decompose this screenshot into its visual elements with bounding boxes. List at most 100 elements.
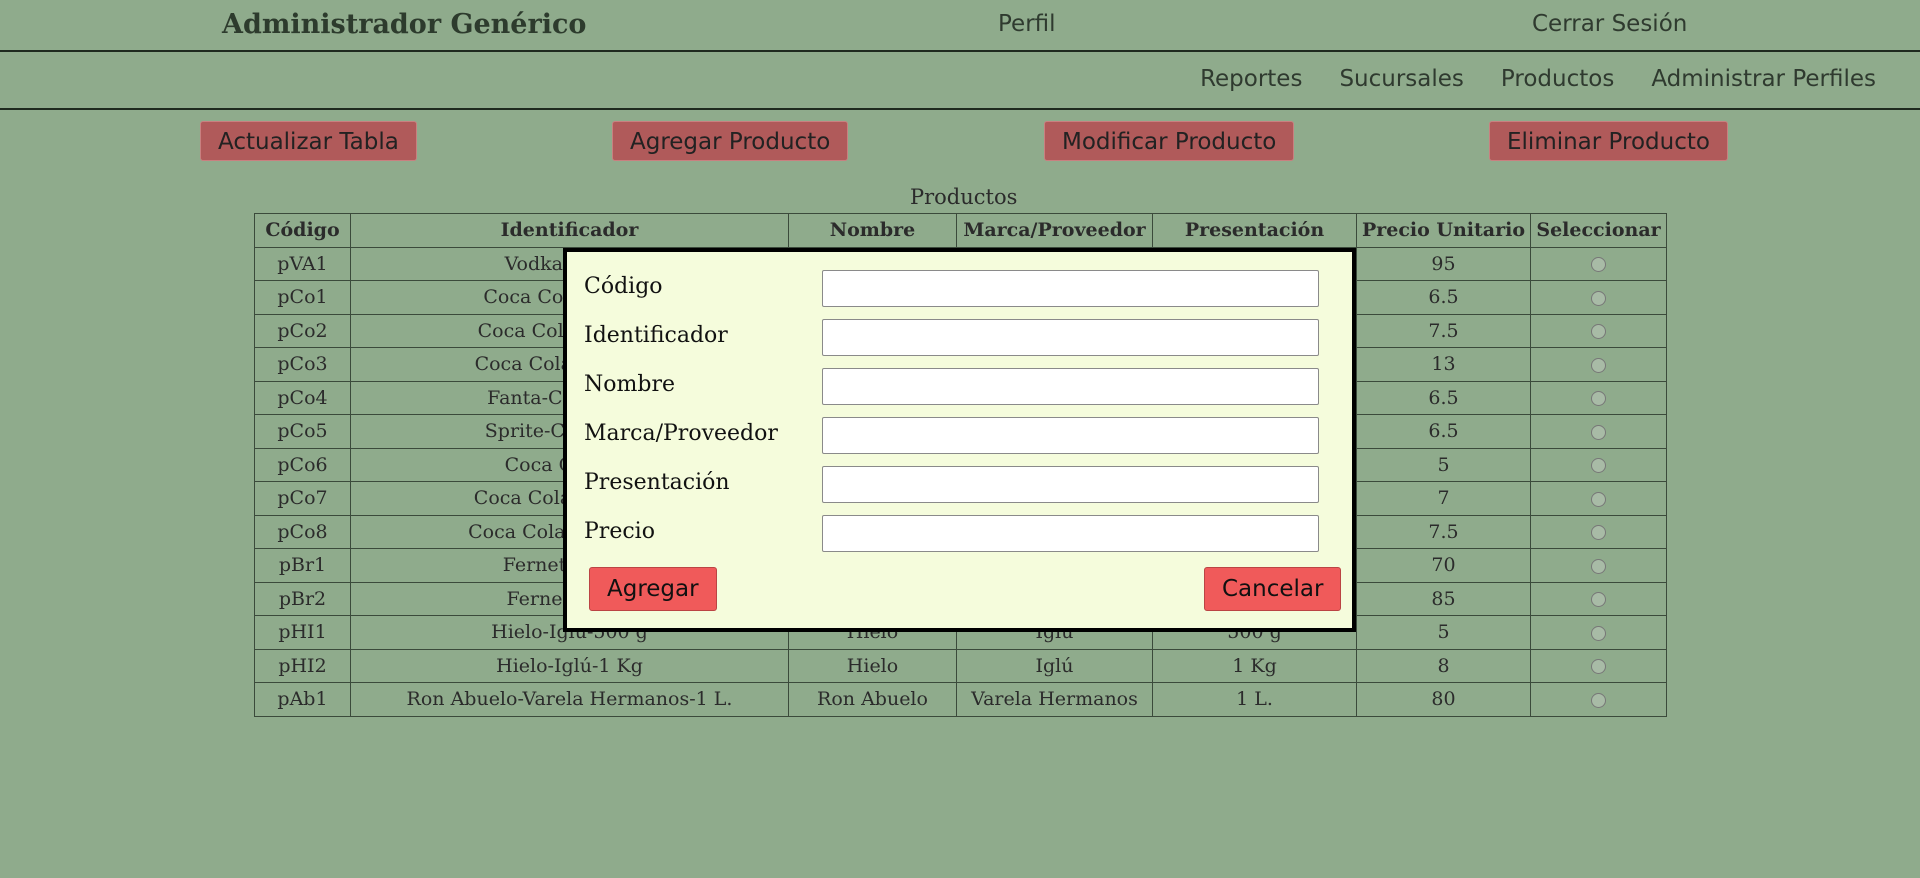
select-radio[interactable] <box>1591 659 1606 675</box>
modify-product-button[interactable]: Modificar Producto <box>1044 121 1295 161</box>
select-radio[interactable] <box>1591 525 1606 541</box>
table-cell: pAb1 <box>254 682 351 717</box>
table-cell: 85 <box>1356 581 1531 616</box>
table-cell: 6.5 <box>1356 380 1531 415</box>
column-header: Marca/Proveedor <box>956 213 1153 248</box>
column-header: Identificador <box>350 213 789 248</box>
form-row-precio: Precio <box>584 513 1344 553</box>
table-cell: 95 <box>1356 246 1531 281</box>
table-cell: 8 <box>1356 648 1531 683</box>
select-cell <box>1530 246 1667 281</box>
select-radio[interactable] <box>1591 257 1606 273</box>
table-cell: 7.5 <box>1356 313 1531 348</box>
table-cell: pCo1 <box>254 280 351 315</box>
profile-link[interactable]: Perfil <box>998 11 1056 37</box>
form-row-marca: Marca/Proveedor <box>584 415 1344 455</box>
select-radio[interactable] <box>1591 324 1606 340</box>
nav-productos[interactable]: Productos <box>1501 66 1614 92</box>
table-cell: Ron Abuelo-Varela Hermanos-1 L. <box>350 682 789 717</box>
select-cell <box>1530 414 1667 449</box>
table-cell: pCo7 <box>254 481 351 516</box>
select-radio[interactable] <box>1591 424 1606 440</box>
table-cell: Varela Hermanos <box>956 682 1153 717</box>
field-label: Precio <box>584 519 655 544</box>
select-cell <box>1530 313 1667 348</box>
select-radio[interactable] <box>1591 625 1606 641</box>
table-cell: 1 Kg <box>1152 648 1357 683</box>
select-cell <box>1530 514 1667 549</box>
logout-link[interactable]: Cerrar Sesión <box>1532 11 1687 37</box>
form-row-presentacion: Presentación <box>584 464 1344 504</box>
marca-proveedor-input[interactable] <box>822 417 1319 454</box>
table-cell: 5 <box>1356 615 1531 650</box>
table-header-row: Código Identificador Nombre Marca/Provee… <box>254 213 1667 248</box>
table-cell: pCo4 <box>254 380 351 415</box>
field-label: Código <box>584 274 663 299</box>
submit-button[interactable]: Agregar <box>589 567 717 611</box>
table-cell: Hielo <box>788 648 957 683</box>
codigo-input[interactable] <box>822 270 1319 307</box>
table-cell: 7 <box>1356 481 1531 516</box>
table-cell: 5 <box>1356 447 1531 482</box>
table-cell: pHI2 <box>254 648 351 683</box>
delete-product-button[interactable]: Eliminar Producto <box>1489 121 1728 161</box>
table-cell: Iglú <box>956 648 1153 683</box>
table-cell: pVA1 <box>254 246 351 281</box>
select-cell <box>1530 648 1667 683</box>
form-row-nombre: Nombre <box>584 366 1344 406</box>
app-title: Administrador Genérico <box>222 9 587 40</box>
nav-reportes[interactable]: Reportes <box>1200 66 1302 92</box>
select-cell <box>1530 615 1667 650</box>
table-cell: 80 <box>1356 682 1531 717</box>
table-cell: 13 <box>1356 347 1531 382</box>
field-label: Nombre <box>584 372 675 397</box>
table-cell: 6.5 <box>1356 414 1531 449</box>
table-cell: 7.5 <box>1356 514 1531 549</box>
column-header: Seleccionar <box>1530 213 1667 248</box>
table-cell: pBr1 <box>254 548 351 583</box>
form-row-identificador: Identificador <box>584 317 1344 357</box>
select-radio[interactable] <box>1591 357 1606 373</box>
table-row: pHI2 Hielo-Iglú-1 Kg Hielo Iglú 1 Kg 8 <box>254 648 1667 683</box>
select-cell <box>1530 280 1667 315</box>
select-radio[interactable] <box>1591 391 1606 407</box>
table-cell: pCo5 <box>254 414 351 449</box>
table-cell: pBr2 <box>254 581 351 616</box>
presentacion-input[interactable] <box>822 466 1319 503</box>
select-radio[interactable] <box>1591 592 1606 608</box>
select-radio[interactable] <box>1591 692 1606 708</box>
field-label: Marca/Proveedor <box>584 421 778 446</box>
select-cell <box>1530 581 1667 616</box>
table-title: Productos <box>910 185 1018 209</box>
select-cell <box>1530 682 1667 717</box>
table-cell: 1 L. <box>1152 682 1357 717</box>
table-cell: Ron Abuelo <box>788 682 957 717</box>
select-cell <box>1530 548 1667 583</box>
identificador-input[interactable] <box>822 319 1319 356</box>
top-bar: Administrador Genérico Perfil Cerrar Ses… <box>0 0 1920 52</box>
select-radio[interactable] <box>1591 290 1606 306</box>
table-cell: pCo2 <box>254 313 351 348</box>
nombre-input[interactable] <box>822 368 1319 405</box>
select-cell <box>1530 447 1667 482</box>
column-header: Presentación <box>1152 213 1357 248</box>
select-cell <box>1530 380 1667 415</box>
table-cell: pCo8 <box>254 514 351 549</box>
table-cell: pCo6 <box>254 447 351 482</box>
column-header: Código <box>254 213 351 248</box>
select-radio[interactable] <box>1591 558 1606 574</box>
nav-administrar-perfiles[interactable]: Administrar Perfiles <box>1651 66 1876 92</box>
nav-sucursales[interactable]: Sucursales <box>1339 66 1463 92</box>
select-cell <box>1530 347 1667 382</box>
table-cell: 6.5 <box>1356 280 1531 315</box>
refresh-table-button[interactable]: Actualizar Tabla <box>200 121 417 161</box>
select-radio[interactable] <box>1591 458 1606 474</box>
main-nav: Reportes Sucursales Productos Administra… <box>0 52 1920 110</box>
table-cell: pCo3 <box>254 347 351 382</box>
table-row: pAb1 Ron Abuelo-Varela Hermanos-1 L. Ron A… <box>254 682 1667 717</box>
cancel-button[interactable]: Cancelar <box>1204 567 1342 611</box>
form-row-codigo: Código <box>584 268 1344 308</box>
add-product-button[interactable]: Agregar Producto <box>612 121 849 161</box>
select-radio[interactable] <box>1591 491 1606 507</box>
precio-input[interactable] <box>822 515 1319 552</box>
